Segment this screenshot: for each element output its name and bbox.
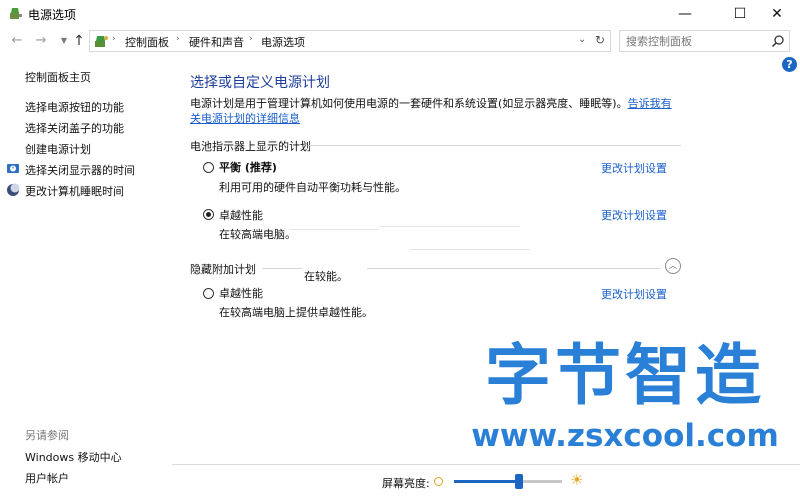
sidebar-item-lid[interactable]: 选择关闭盖子的功能: [25, 120, 124, 136]
plan-ultimate-hidden-radio[interactable]: [203, 288, 214, 299]
plan-ultimate-hidden-name[interactable]: 卓越性能: [219, 285, 263, 301]
battery-plans-section-title: 电池指示器上显示的计划: [190, 140, 311, 153]
search-icon[interactable]: [771, 34, 785, 48]
render-artifact: [290, 229, 378, 230]
sidebar-item-display-off[interactable]: 选择关闭显示器的时间: [25, 162, 135, 178]
see-also-mobility-center-link[interactable]: Windows 移动中心: [25, 449, 122, 465]
section-divider: [262, 268, 302, 269]
sidebar-item-create-plan[interactable]: 创建电源计划: [25, 141, 91, 157]
search-input[interactable]: [626, 34, 766, 48]
page-description: 电源计划是用于管理计算机如何使用电源的一套硬件和系统设置(如显示器亮度、睡眠等)…: [190, 96, 680, 126]
minimize-button[interactable]: —: [662, 0, 708, 28]
brightness-slider[interactable]: [454, 480, 562, 483]
page-title: 选择或自定义电源计划: [190, 75, 330, 91]
plan-ultimate-desc: 在较高端电脑。: [219, 228, 296, 241]
brightness-label: 屏幕亮度:: [382, 477, 430, 490]
brightness-slider-thumb[interactable]: [514, 474, 523, 489]
watermark-title: 字节智造: [485, 337, 765, 414]
section-divider: [367, 268, 661, 269]
sidebar-item-sleep[interactable]: 更改计算机睡眠时间: [25, 183, 124, 199]
breadcrumb-separator-icon: ›: [112, 34, 116, 44]
power-options-icon: [10, 8, 22, 19]
watermark-url: www.zsxcool.com: [471, 418, 779, 454]
watermark-logo: 字节智造 www.zsxcool.com: [470, 336, 780, 454]
plan-ultimate-name[interactable]: 卓越性能: [219, 207, 263, 223]
plan-ultimate-change-link[interactable]: 更改计划设置: [601, 207, 667, 223]
plan-balanced-change-link[interactable]: 更改计划设置: [601, 160, 667, 176]
brightness-bar: 屏幕亮度: ☀: [172, 464, 800, 502]
title-bar: 电源选项 — ☐ ✕: [0, 0, 800, 28]
up-arrow-icon[interactable]: ↑: [70, 32, 88, 50]
breadcrumb-power-options[interactable]: 电源选项: [261, 34, 305, 50]
plan-balanced-desc: 利用可用的硬件自动平衡功耗与性能。: [219, 181, 406, 194]
breadcrumb-separator-icon[interactable]: ›: [249, 34, 253, 44]
plan-ultimate-hidden-desc: 在较高端电脑上提供卓越性能。: [219, 306, 373, 319]
close-button[interactable]: ✕: [754, 0, 800, 28]
plan-ultimate-hidden-change-link[interactable]: 更改计划设置: [601, 286, 667, 302]
display-timer-icon: [7, 164, 19, 173]
section-divider: [308, 145, 681, 146]
render-artifact: [380, 226, 520, 227]
brightness-slider-fill: [454, 480, 519, 483]
plan-balanced-radio[interactable]: [203, 162, 214, 173]
plan-balanced-name[interactable]: 平衡 (推荐): [219, 159, 277, 175]
collapse-chevron-up-icon[interactable]: ︿: [665, 258, 681, 274]
forward-arrow-icon[interactable]: →: [32, 32, 50, 50]
breadcrumb-control-panel[interactable]: 控制面板: [125, 34, 169, 50]
breadcrumb-hardware-sound[interactable]: 硬件和声音: [189, 34, 244, 50]
help-icon[interactable]: ?: [782, 57, 797, 72]
address-dropdown-chevron-icon[interactable]: ⌄: [578, 34, 586, 45]
control-panel-icon: [95, 36, 108, 47]
task-pane: 控制面板主页 选择电源按钮的功能 选择关闭盖子的功能 创建电源计划 选择关闭显示…: [0, 56, 172, 502]
address-bar[interactable]: › 控制面板 › 硬件和声音 › 电源选项 ⌄ ↻: [89, 30, 611, 52]
hidden-plans-section-title: 隐藏附加计划: [190, 263, 256, 276]
see-also-user-accounts-link[interactable]: 用户帐户: [25, 470, 69, 486]
sidebar-item-power-button[interactable]: 选择电源按钮的功能: [25, 99, 124, 115]
plan-ultimate-radio[interactable]: [203, 209, 214, 220]
brightness-high-icon: ☀: [570, 471, 584, 489]
brightness-low-icon: [434, 477, 443, 486]
render-artifact: [410, 249, 530, 250]
see-also-heading: 另请参阅: [25, 429, 69, 442]
navigation-bar: ← → ▼ ↑ › 控制面板 › 硬件和声音 › 电源选项 ⌄ ↻: [0, 28, 800, 54]
overlap-text: 在较能。: [304, 270, 348, 283]
control-panel-home-link[interactable]: 控制面板主页: [25, 69, 91, 85]
description-text: 电源计划是用于管理计算机如何使用电源的一套硬件和系统设置(如显示器亮度、睡眠等)…: [190, 97, 628, 110]
sleep-moon-icon: [7, 183, 20, 196]
back-arrow-icon[interactable]: ←: [8, 32, 26, 50]
refresh-icon[interactable]: ↻: [595, 33, 605, 47]
search-box[interactable]: [619, 30, 790, 52]
breadcrumb-separator-icon[interactable]: ›: [176, 34, 180, 44]
window-title: 电源选项: [28, 8, 77, 22]
